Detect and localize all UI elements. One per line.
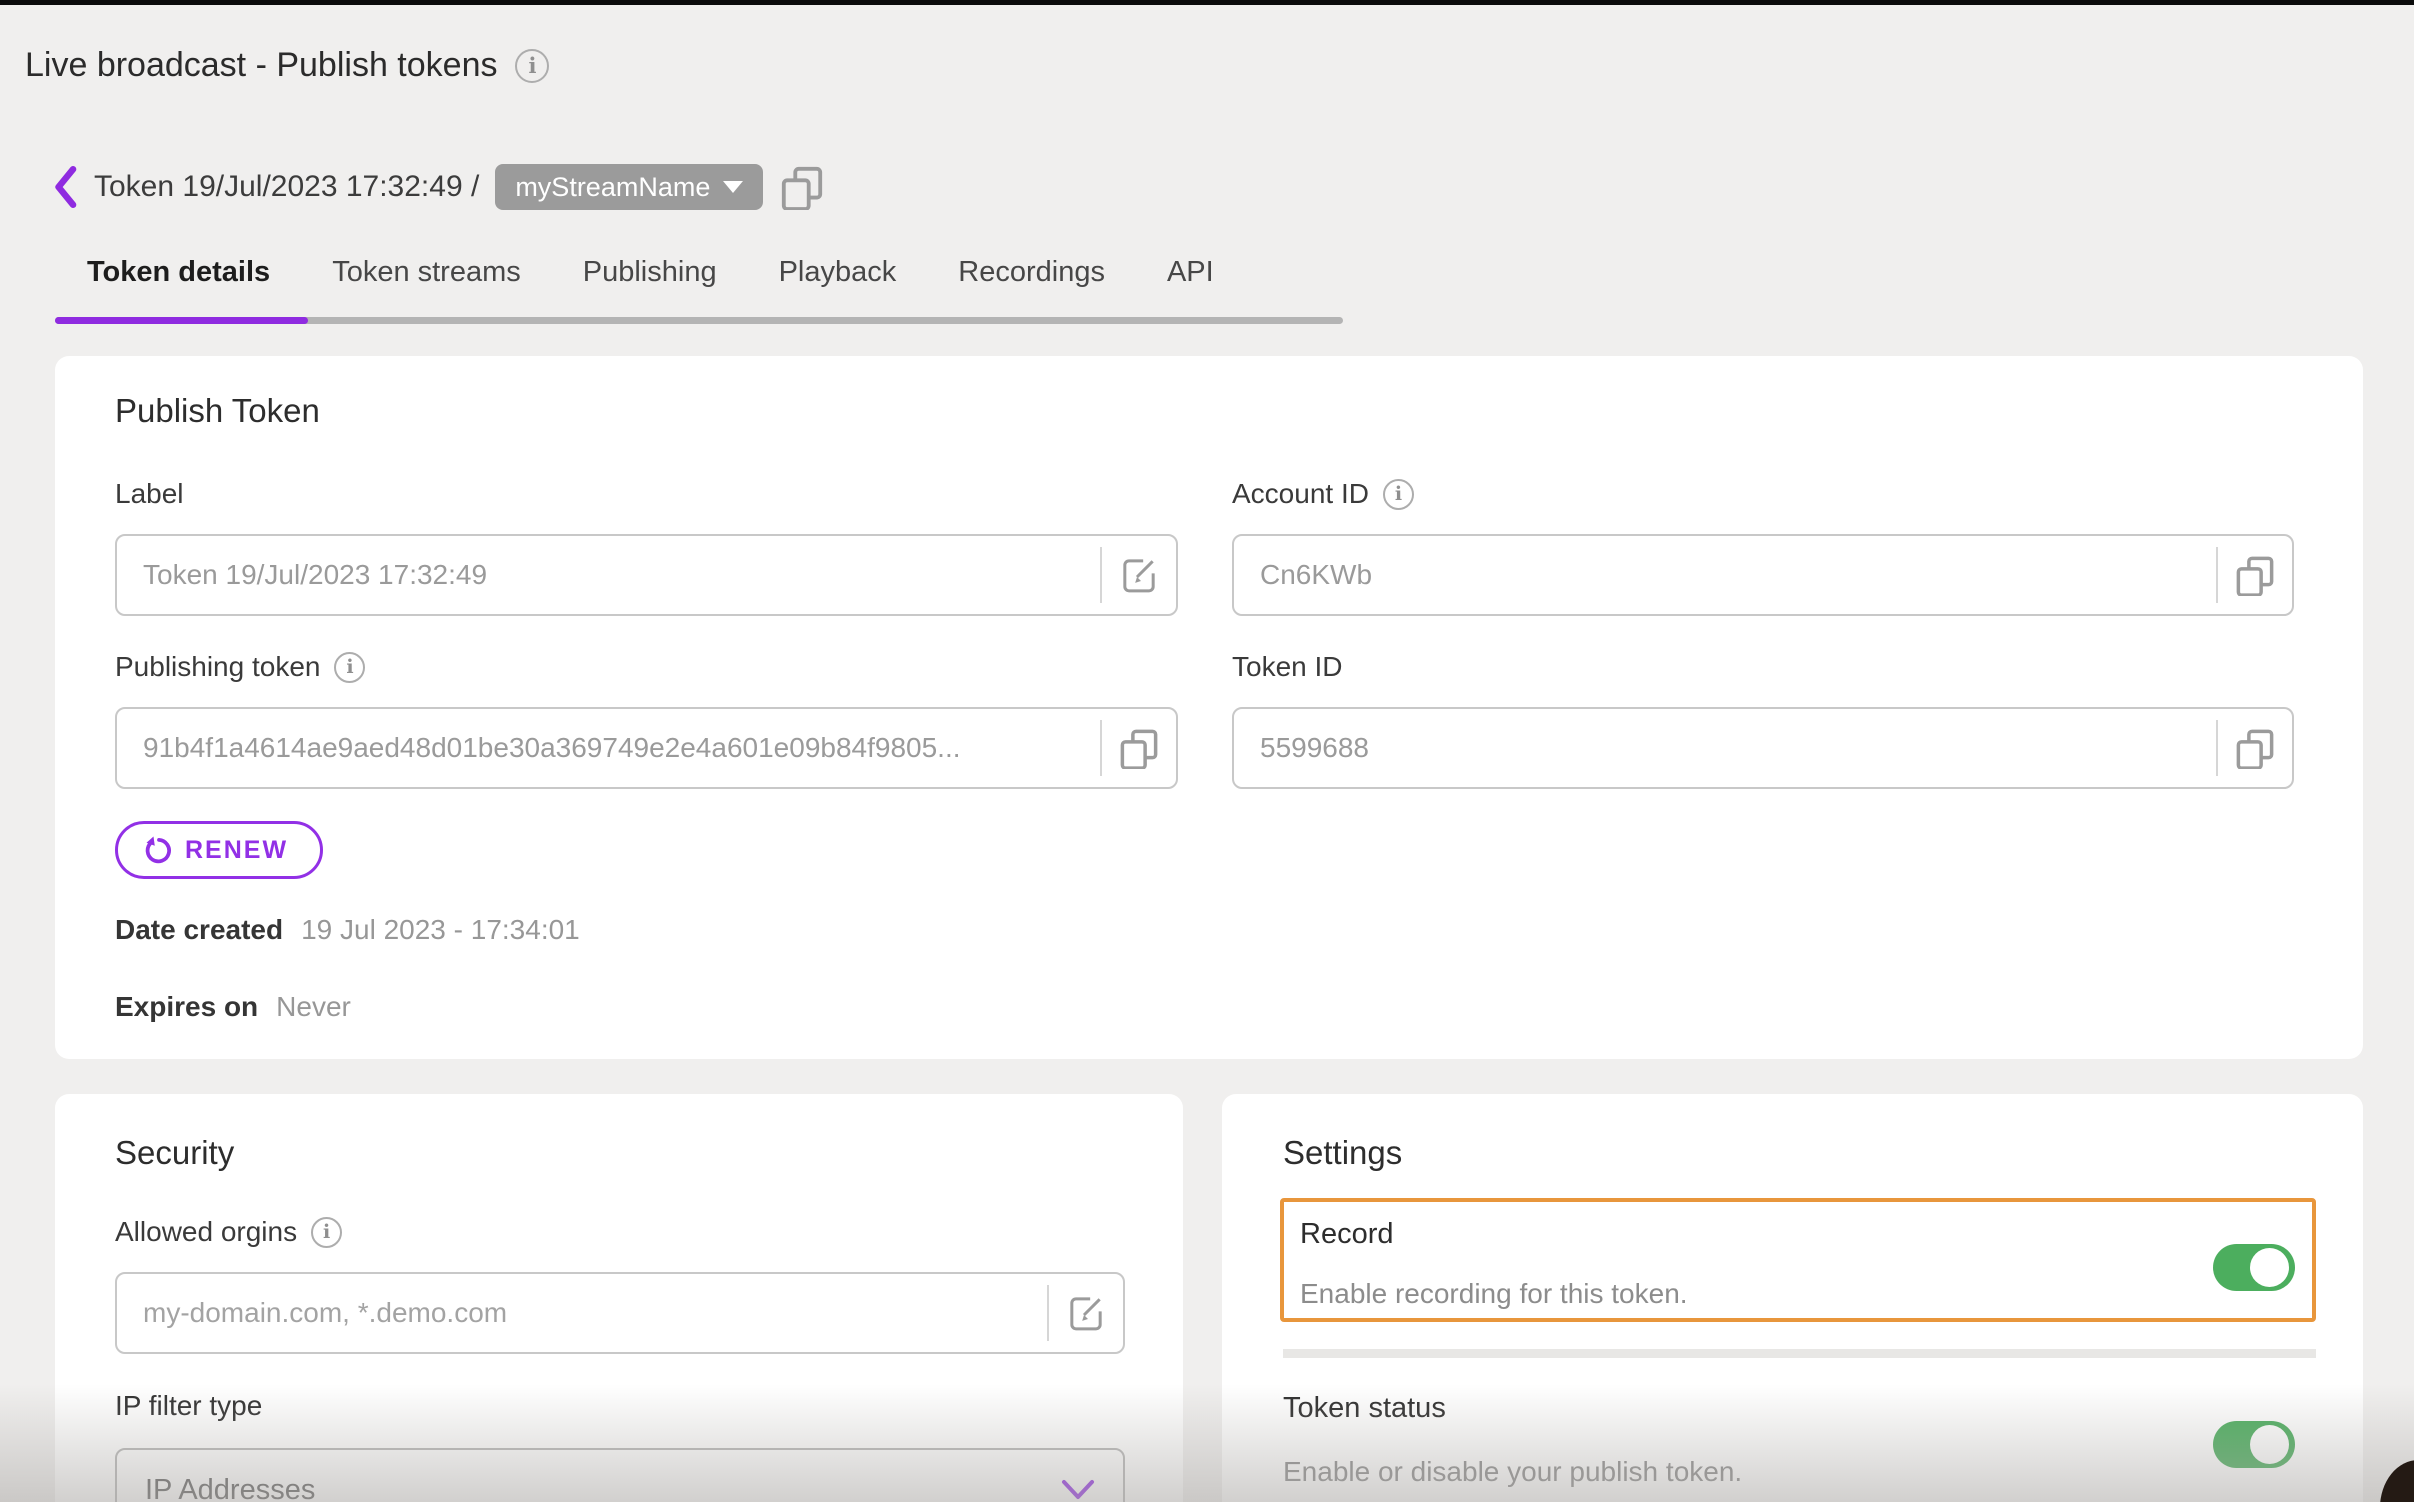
record-label: Record xyxy=(1300,1218,1394,1251)
account-id-input[interactable]: Cn6KWb xyxy=(1232,534,2294,616)
corner-artifact xyxy=(2380,1460,2414,1502)
settings-card: Settings Record Enable recording for thi… xyxy=(1222,1094,2363,1502)
allowed-origins-field-group: Allowed orgins i xyxy=(115,1216,1125,1354)
token-id-label: Token ID xyxy=(1232,651,1343,683)
token-status-label: Token status xyxy=(1283,1392,1446,1425)
info-glyph: i xyxy=(323,1221,330,1243)
page-title-info-icon[interactable]: i xyxy=(515,49,549,83)
allowed-origins-input[interactable] xyxy=(117,1297,1047,1329)
publishing-token-input[interactable]: 91b4f1a4614ae9aed48d01be30a369749e2e4a60… xyxy=(115,707,1178,789)
record-setting-highlight-box: Record Enable recording for this token. xyxy=(1280,1198,2316,1322)
renew-label: RENEW xyxy=(185,836,288,865)
breadcrumb: Token 19/Jul/2023 17:32:49 / myStreamNam… xyxy=(52,163,825,211)
copy-token-id-button[interactable] xyxy=(2218,727,2292,769)
renew-button[interactable]: RENEW xyxy=(115,821,323,879)
date-created-label: Date created xyxy=(115,914,283,946)
allowed-origins-label: Allowed orgins xyxy=(115,1216,297,1248)
ip-filter-type-value: IP Addresses xyxy=(145,1474,315,1502)
account-id-label: Account ID xyxy=(1232,478,1369,510)
tab-publishing[interactable]: Publishing xyxy=(583,256,717,289)
page-title: Live broadcast - Publish tokens xyxy=(25,46,497,85)
account-id-info-icon[interactable]: i xyxy=(1383,479,1414,510)
token-status-description: Enable or disable your publish token. xyxy=(1283,1456,1742,1488)
edit-allowed-origins-button[interactable] xyxy=(1049,1293,1123,1333)
date-created-row: Date created 19 Jul 2023 - 17:34:01 xyxy=(115,914,580,946)
token-id-field-group: Token ID 5599688 xyxy=(1232,651,2294,789)
token-id-value: 5599688 xyxy=(1234,732,2216,764)
security-heading: Security xyxy=(115,1134,234,1172)
tab-token-details[interactable]: Token details xyxy=(87,256,270,289)
tab-underline-track xyxy=(55,317,1343,324)
edit-icon xyxy=(1066,1293,1106,1333)
ip-filter-type-select[interactable]: IP Addresses xyxy=(115,1448,1125,1502)
expires-on-label: Expires on xyxy=(115,991,258,1023)
copy-icon xyxy=(2234,727,2276,769)
chevron-down-icon xyxy=(1061,1479,1095,1501)
info-glyph: i xyxy=(346,656,353,678)
account-id-field-group: Account ID i Cn6KWb xyxy=(1232,478,2294,616)
expires-on-value: Never xyxy=(276,991,351,1023)
page-title-row: Live broadcast - Publish tokens i xyxy=(25,46,549,85)
publishing-token-value: 91b4f1a4614ae9aed48d01be30a369749e2e4a60… xyxy=(117,732,1100,764)
copy-icon xyxy=(1118,727,1160,769)
caret-down-icon xyxy=(723,181,743,193)
tab-playback[interactable]: Playback xyxy=(779,256,897,289)
tab-api[interactable]: API xyxy=(1167,256,1214,289)
edit-icon xyxy=(1119,555,1159,595)
account-id-value: Cn6KWb xyxy=(1234,559,2216,591)
edit-label-button[interactable] xyxy=(1102,555,1176,595)
settings-divider xyxy=(1283,1349,2316,1358)
token-id-input[interactable]: 5599688 xyxy=(1232,707,2294,789)
info-glyph: i xyxy=(528,53,536,78)
publish-token-card: Publish Token Label Token 19/Jul/2023 17… xyxy=(55,356,2363,1059)
tab-token-streams[interactable]: Token streams xyxy=(332,256,521,289)
top-black-bar xyxy=(0,0,2414,5)
copy-stream-name-button[interactable] xyxy=(779,164,825,210)
token-status-toggle[interactable] xyxy=(2213,1421,2295,1468)
stream-name-label: myStreamName xyxy=(515,172,710,203)
back-button[interactable] xyxy=(52,166,78,208)
info-glyph: i xyxy=(1395,483,1402,505)
active-tab-underline xyxy=(55,317,308,324)
security-card: Security Allowed orgins i xyxy=(55,1094,1183,1502)
stream-name-dropdown[interactable]: myStreamName xyxy=(495,164,763,210)
label-value: Token 19/Jul/2023 17:32:49 xyxy=(117,559,1100,591)
record-toggle[interactable] xyxy=(2213,1244,2295,1291)
breadcrumb-token-label: Token 19/Jul/2023 17:32:49 / xyxy=(94,170,479,204)
settings-heading: Settings xyxy=(1283,1134,1402,1172)
date-created-value: 19 Jul 2023 - 17:34:01 xyxy=(301,914,580,946)
allowed-origins-input-box[interactable] xyxy=(115,1272,1125,1354)
copy-publishing-token-button[interactable] xyxy=(1102,727,1176,769)
publishing-token-info-icon[interactable]: i xyxy=(334,652,365,683)
tab-recordings[interactable]: Recordings xyxy=(958,256,1105,289)
tab-bar: Token details Token streams Publishing P… xyxy=(87,256,1214,289)
label-field-group: Label Token 19/Jul/2023 17:32:49 xyxy=(115,478,1178,616)
copy-icon xyxy=(779,164,825,210)
publishing-token-label: Publishing token xyxy=(115,651,320,683)
renew-icon xyxy=(142,835,172,865)
chevron-left-icon xyxy=(52,166,78,208)
expires-on-row: Expires on Never xyxy=(115,991,351,1023)
publish-token-heading: Publish Token xyxy=(115,392,320,430)
label-field-label: Label xyxy=(115,478,184,510)
allowed-origins-info-icon[interactable]: i xyxy=(311,1217,342,1248)
publishing-token-field-group: Publishing token i 91b4f1a4614ae9aed48d0… xyxy=(115,651,1178,789)
screen: Live broadcast - Publish tokens i Token … xyxy=(0,0,2414,1502)
copy-icon xyxy=(2234,554,2276,596)
ip-filter-type-label: IP filter type xyxy=(115,1390,262,1422)
record-description: Enable recording for this token. xyxy=(1300,1278,1688,1310)
copy-account-id-button[interactable] xyxy=(2218,554,2292,596)
label-input[interactable]: Token 19/Jul/2023 17:32:49 xyxy=(115,534,1178,616)
